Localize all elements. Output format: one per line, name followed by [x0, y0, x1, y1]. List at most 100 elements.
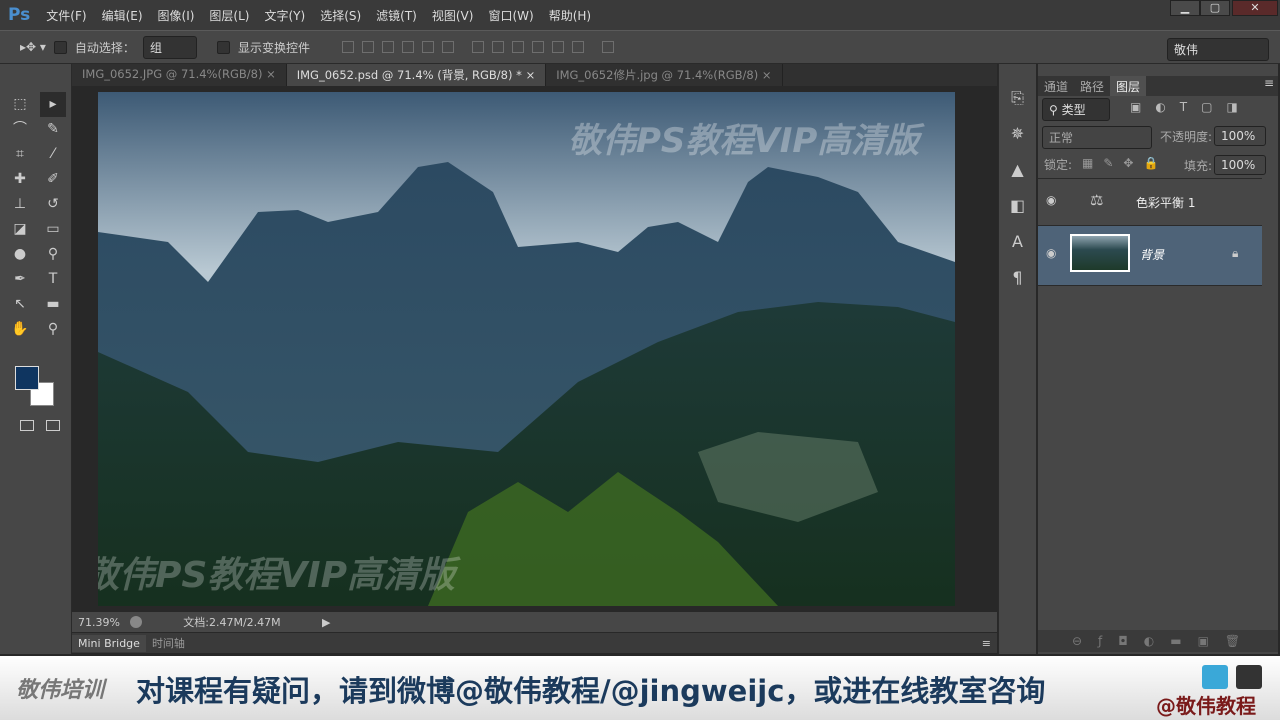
- navigator-panel-icon[interactable]: ✵: [999, 116, 1036, 152]
- type-tool-icon[interactable]: T: [40, 267, 66, 292]
- panel-menu-icon[interactable]: ≡: [982, 637, 991, 650]
- history-panel-icon[interactable]: ⎘: [999, 80, 1036, 116]
- dodge-tool-icon[interactable]: ⚲: [40, 242, 66, 267]
- healing-brush-icon[interactable]: ✚: [7, 167, 33, 192]
- menu-type[interactable]: 文字(Y): [264, 7, 305, 24]
- menu-edit[interactable]: 编辑(E): [102, 7, 143, 24]
- align-bottom-icon[interactable]: [381, 41, 394, 53]
- auto-select-dropdown[interactable]: 组: [142, 35, 197, 59]
- maximize-button[interactable]: ▢: [1200, 0, 1230, 16]
- auto-select-checkbox[interactable]: [53, 40, 67, 54]
- distribute-top-icon[interactable]: [471, 41, 484, 53]
- menu-image[interactable]: 图像(I): [158, 7, 195, 24]
- lasso-tool-icon[interactable]: ⌒: [7, 117, 33, 142]
- quick-select-tool-icon[interactable]: ✎: [40, 117, 66, 142]
- move-tool-icon[interactable]: ▸: [40, 92, 66, 117]
- foreground-color-swatch[interactable]: [15, 366, 39, 390]
- tab-img-psd[interactable]: IMG_0652.psd @ 71.4% (背景, RGB/8) * ×: [286, 64, 547, 86]
- auto-select-label: 自动选择：: [74, 40, 135, 55]
- opacity-label: 不透明度:: [1160, 130, 1213, 144]
- tab-paths[interactable]: 路径: [1074, 76, 1110, 96]
- crop-tool-icon[interactable]: ⌗: [7, 142, 33, 167]
- tab-mini-bridge[interactable]: Mini Bridge: [72, 634, 146, 652]
- workspace-dropdown[interactable]: 敬伟: [1167, 38, 1269, 61]
- minimize-button[interactable]: ▁: [1170, 0, 1200, 16]
- fill-input[interactable]: 100%: [1214, 155, 1266, 175]
- screen-mode-icon[interactable]: [46, 420, 60, 431]
- menu-bar: Ps 文件(F) 编辑(E) 图像(I) 图层(L) 文字(Y) 选择(S) 滤…: [0, 0, 1280, 30]
- banner-logo: 敬伟培训: [16, 678, 105, 703]
- tab-img-jpg[interactable]: IMG_0652.JPG @ 71.4%(RGB/8) ×: [72, 64, 287, 86]
- filter-icons[interactable]: ▣◐T▢◨: [1130, 100, 1252, 114]
- distribute-left-icon[interactable]: [531, 41, 544, 53]
- tab-channels[interactable]: 通道: [1038, 76, 1074, 96]
- distribute-right-icon[interactable]: [571, 41, 584, 53]
- distribute-bottom-icon[interactable]: [511, 41, 524, 53]
- move-tool-icon[interactable]: ▸✥ ▾: [20, 40, 46, 54]
- menu-view[interactable]: 视图(V): [432, 7, 474, 24]
- layer-row-color-balance[interactable]: ◉ ⚖ 色彩平衡 1: [1038, 178, 1262, 226]
- gradient-tool-icon[interactable]: ▭: [40, 217, 66, 242]
- close-tab-icon[interactable]: ×: [762, 68, 772, 82]
- close-tab-icon[interactable]: ×: [526, 68, 536, 82]
- histogram-panel-icon[interactable]: ▲: [999, 152, 1036, 188]
- tab-layers[interactable]: 图层: [1110, 76, 1147, 96]
- distribute-hcenter-icon[interactable]: [551, 41, 564, 53]
- align-hcenter-icon[interactable]: [421, 41, 434, 53]
- hand-tool-icon[interactable]: ✋: [7, 317, 33, 342]
- lock-icons[interactable]: ▦✎✥🔒: [1082, 156, 1168, 170]
- layer-filter-dropdown[interactable]: ⚲ 类型: [1042, 98, 1110, 121]
- eyedropper-tool-icon[interactable]: ⁄: [40, 142, 66, 167]
- history-brush-icon[interactable]: ↺: [40, 192, 66, 217]
- auto-align-icon[interactable]: [601, 41, 614, 53]
- document-canvas[interactable]: 敬伟PS教程VIP高清版 敬伟PS教程VIP高清版: [98, 92, 955, 606]
- paragraph-panel-icon[interactable]: ¶: [999, 260, 1036, 296]
- bottom-panel-tabs: Mini Bridge 时间轴 ≡: [72, 633, 997, 653]
- rectangle-tool-icon[interactable]: ▬: [40, 292, 66, 317]
- quick-mask-icon[interactable]: [20, 420, 34, 431]
- zoom-tool-icon[interactable]: ⚲: [40, 317, 66, 342]
- menu-filter[interactable]: 滤镜(T): [376, 7, 417, 24]
- panel-menu-icon[interactable]: ≡: [1264, 76, 1274, 96]
- menu-window[interactable]: 窗口(W): [488, 7, 533, 24]
- properties-panel-icon[interactable]: ◧: [999, 188, 1036, 224]
- banner-message: 对课程有疑问，请到微博@敬伟教程/@jingweijc，或进在线教室咨询: [136, 674, 1046, 708]
- show-transform-checkbox[interactable]: [216, 40, 230, 54]
- tab-timeline[interactable]: 时间轴: [146, 633, 191, 653]
- visibility-eye-icon[interactable]: ◉: [1046, 246, 1056, 260]
- eraser-tool-icon[interactable]: ◪: [7, 217, 33, 242]
- panel-tabs: 通道 路径 图层 ≡: [1038, 76, 1278, 96]
- layer-actions-bar[interactable]: ⊖ƒ◘◐▬▣🗑: [1038, 630, 1278, 652]
- blur-tool-icon[interactable]: ●: [7, 242, 33, 267]
- align-top-icon[interactable]: [341, 41, 354, 53]
- status-icon[interactable]: [129, 616, 142, 628]
- distribute-vcenter-icon[interactable]: [491, 41, 504, 53]
- pen-tool-icon[interactable]: ✒: [7, 267, 33, 292]
- brush-tool-icon[interactable]: ✐: [40, 167, 66, 192]
- photoshop-logo: Ps: [8, 5, 31, 25]
- menu-layer[interactable]: 图层(L): [209, 7, 249, 24]
- align-left-icon[interactable]: [401, 41, 414, 53]
- layer-row-background[interactable]: ◉ 背景 🔒︎: [1038, 226, 1262, 286]
- tab-label: IMG_0652.JPG @ 71.4%(RGB/8): [82, 67, 263, 81]
- menu-file[interactable]: 文件(F): [46, 7, 86, 24]
- path-select-icon[interactable]: ↖: [7, 292, 33, 317]
- align-right-icon[interactable]: [441, 41, 454, 53]
- character-panel-icon[interactable]: A: [999, 224, 1036, 260]
- close-button[interactable]: ✕: [1232, 0, 1278, 16]
- tab-img-edit-jpg[interactable]: IMG_0652修片.jpg @ 71.4%(RGB/8) ×: [546, 64, 783, 86]
- lock-icon: 🔒︎: [1232, 246, 1239, 260]
- menu-select[interactable]: 选择(S): [320, 7, 361, 24]
- align-vcenter-icon[interactable]: [361, 41, 374, 53]
- layer-name: 色彩平衡 1: [1136, 196, 1196, 210]
- menu-help[interactable]: 帮助(H): [549, 7, 591, 24]
- status-menu-arrow-icon[interactable]: ▶: [322, 616, 330, 629]
- watermark-top: 敬伟PS教程VIP高清版: [568, 121, 925, 161]
- blend-mode-dropdown[interactable]: 正常: [1042, 126, 1152, 149]
- zoom-level[interactable]: 71.39%: [78, 616, 120, 629]
- visibility-eye-icon[interactable]: ◉: [1046, 193, 1056, 207]
- marquee-tool-icon[interactable]: ⬚: [7, 92, 33, 117]
- stamp-tool-icon[interactable]: ⊥: [7, 192, 33, 217]
- opacity-input[interactable]: 100%: [1214, 126, 1266, 146]
- close-tab-icon[interactable]: ×: [266, 67, 276, 81]
